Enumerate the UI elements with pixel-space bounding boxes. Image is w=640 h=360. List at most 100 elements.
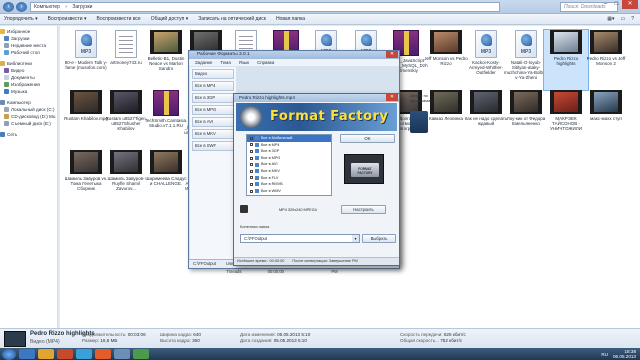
sidebar-item-recent[interactable]: Недавние места: [0, 42, 57, 49]
sidebar-item-drive-e[interactable]: Съемный диск (E:): [0, 120, 57, 127]
checkbox[interactable]: [250, 163, 253, 167]
checkbox[interactable]: [250, 156, 253, 160]
file-item[interactable]: TechSmith.Camtasia.Studio.v7.1.1.RU: [144, 90, 188, 150]
ok-button[interactable]: OK: [340, 134, 395, 143]
preview-pane-icon[interactable]: ▭: [620, 16, 625, 22]
skype-icon[interactable]: [76, 349, 92, 359]
file-item[interactable]: Rustam Khabilov.mpg: [64, 90, 108, 150]
ff-menu-skin[interactable]: Тема: [220, 59, 230, 66]
options-button[interactable]: Настроить: [341, 205, 386, 214]
format-option[interactable]: Все в FLV: [247, 175, 331, 182]
checkbox[interactable]: [250, 143, 253, 147]
format-option[interactable]: Все в WMV: [247, 188, 331, 195]
file-item[interactable]: MP3 Kackoi-Kosty-Armyed-Whither-Outfielde…: [464, 30, 508, 90]
file-item[interactable]: MP3 80-е - Modern Talk y-fame (musofon.co…: [64, 30, 108, 90]
ff-menu-task[interactable]: Задание: [195, 59, 212, 66]
breadcrumb-downloads[interactable]: Загрузки: [72, 4, 92, 10]
sidebar-item-network[interactable]: Сеть: [0, 131, 57, 138]
checkbox[interactable]: [250, 189, 253, 193]
sidebar-item-favorites[interactable]: Избранное: [0, 28, 57, 35]
format-option[interactable]: Все в MP4: [247, 142, 331, 149]
sidebar-item-computer[interactable]: Компьютер: [0, 99, 57, 106]
file-item[interactable]: Jeff Monson vs Pedro Rizzo: [424, 30, 468, 90]
sidebar-item-downloads[interactable]: Загрузки: [0, 35, 57, 42]
share-button[interactable]: Общий доступ ▾: [151, 16, 189, 22]
clock[interactable]: 18:38 06.05.2013: [613, 349, 636, 359]
format-option[interactable]: Все в Мобильный: [247, 135, 331, 142]
close-button[interactable]: ✕: [622, 0, 638, 9]
play-button[interactable]: Воспроизвести ▾: [48, 16, 87, 22]
firefox-icon[interactable]: [95, 349, 111, 359]
sidebar-item-drive-d[interactable]: CD-дисковод (D:) Mu: [0, 113, 57, 120]
back-button[interactable]: ‹: [3, 2, 14, 12]
file-item[interactable]: Pedro Rizzo vs Jeff Monson 2: [584, 30, 628, 90]
sidebar-item-drive-c[interactable]: Локальный диск (C:): [0, 106, 57, 113]
chevron-down-icon[interactable]: ▾: [352, 235, 359, 242]
file-item[interactable]: макс-махх ступ: [584, 90, 628, 150]
sidebar-item-pictures[interactable]: Изображения: [0, 81, 57, 88]
format-option[interactable]: Все в AVI: [247, 161, 331, 168]
ff-menu-language[interactable]: Язык: [239, 59, 249, 66]
maximize-button[interactable]: □: [611, 0, 622, 9]
sidebar-item-video[interactable]: Видео: [0, 67, 57, 74]
dialog-close-button[interactable]: ✕: [386, 94, 398, 101]
ff-category-video[interactable]: Видео: [192, 69, 234, 79]
format-option[interactable]: Все в RMVB: [247, 181, 331, 188]
sidebar-item-documents[interactable]: Документы: [0, 74, 57, 81]
file-item[interactable]: MP3 Natali-O-loyub-Sitilyan-ataky-muzhchi…: [504, 30, 548, 90]
format-option[interactable]: Все в MPG: [247, 155, 331, 162]
dialog-after: После конвертации: Завершение PM: [292, 259, 358, 263]
file-name: artmoney743.ru: [110, 60, 142, 65]
ie-icon[interactable]: [19, 349, 35, 359]
app-task-icon[interactable]: [133, 349, 149, 359]
format-factory-task-icon[interactable]: [114, 349, 130, 359]
checkbox[interactable]: [250, 169, 253, 173]
ff-category-swf[interactable]: Все в SWF: [192, 141, 234, 151]
file-item[interactable]: Pedro Rizzo highlights: [543, 29, 589, 91]
ff-category-mpg[interactable]: Все в MPG: [192, 105, 234, 115]
explorer-icon[interactable]: [38, 349, 54, 359]
ff-output-folder[interactable]: C:\FFOutput: [193, 260, 216, 268]
sidebar-item-libraries[interactable]: Библиотеки: [0, 60, 57, 67]
checkbox[interactable]: [250, 149, 253, 153]
sidebar-item-desktop[interactable]: Рабочий стол: [0, 49, 57, 56]
ff-category-avi[interactable]: Все в AVI: [192, 117, 234, 127]
file-item[interactable]: artmoney743.ru: [104, 30, 148, 90]
ff-close-button[interactable]: ✕: [386, 51, 398, 58]
play-all-button[interactable]: Воспроизвести все: [97, 16, 141, 22]
burn-button[interactable]: Записать на оптический диск: [198, 16, 266, 22]
ff-category-mkv[interactable]: Все в MKV: [192, 129, 234, 139]
minimize-button[interactable]: –: [600, 0, 611, 9]
help-icon[interactable]: ?: [631, 16, 634, 22]
output-path-select[interactable]: C:\FFOutput ▾: [240, 234, 360, 243]
ff-category-mp4[interactable]: Все в MP4: [192, 81, 234, 91]
file-item[interactable]: Лоу-кик от Федора Емельяненко: [504, 90, 548, 150]
start-button[interactable]: [2, 348, 16, 360]
address-bar[interactable]: Компьютер › Загрузки: [30, 2, 500, 12]
ff-category-3gp[interactable]: Все в 3GP: [192, 93, 234, 103]
new-folder-button[interactable]: Новая папка: [276, 16, 305, 22]
view-options-icon[interactable]: ▦▾: [607, 16, 614, 22]
format-option[interactable]: Все в 3GP: [247, 148, 331, 155]
file-item[interactable]: Как не надо сделать ждавый: [464, 90, 508, 150]
file-item[interactable]: Шамиль Завуров vs. Тома Гелетыка Сборник: [64, 150, 108, 210]
browse-button[interactable]: Выбрать: [362, 234, 396, 243]
file-item[interactable]: МАКРЭЕК ТАЙСОНОВ - УНИЧТОЖИЛИ: [544, 90, 588, 150]
media-player-icon[interactable]: [57, 349, 73, 359]
file-item[interactable]: Rustam u8527Tiger-u8527Shusher Khabilov: [104, 90, 148, 150]
format-options-list[interactable]: Все в Мобильный Все в MP4 Все в 3GP Все в M…: [246, 134, 332, 196]
checkbox[interactable]: [250, 182, 253, 186]
breadcrumb-computer[interactable]: Компьютер: [34, 4, 60, 10]
ff-menu-help[interactable]: Справка: [257, 59, 274, 66]
file-item[interactable]: Belletic-B1, Dustin Neace vs Marlon Sand…: [144, 30, 188, 90]
ff-device-icon[interactable]: [410, 111, 428, 133]
forward-button[interactable]: ›: [16, 2, 27, 12]
format-option[interactable]: Все в MKV: [247, 168, 331, 175]
checkbox[interactable]: [250, 176, 253, 180]
file-item[interactable]: Шаримеева Сладус и CHALLENGE.: [144, 150, 188, 210]
sidebar-item-music[interactable]: Музыка: [0, 88, 57, 95]
checkbox[interactable]: [250, 136, 253, 140]
language-indicator[interactable]: RU: [601, 352, 608, 357]
organize-button[interactable]: Упорядочить ▾: [4, 16, 38, 22]
file-item[interactable]: Шамиль Завуров-Ruyfle Shamil Zavurov...: [104, 150, 148, 210]
